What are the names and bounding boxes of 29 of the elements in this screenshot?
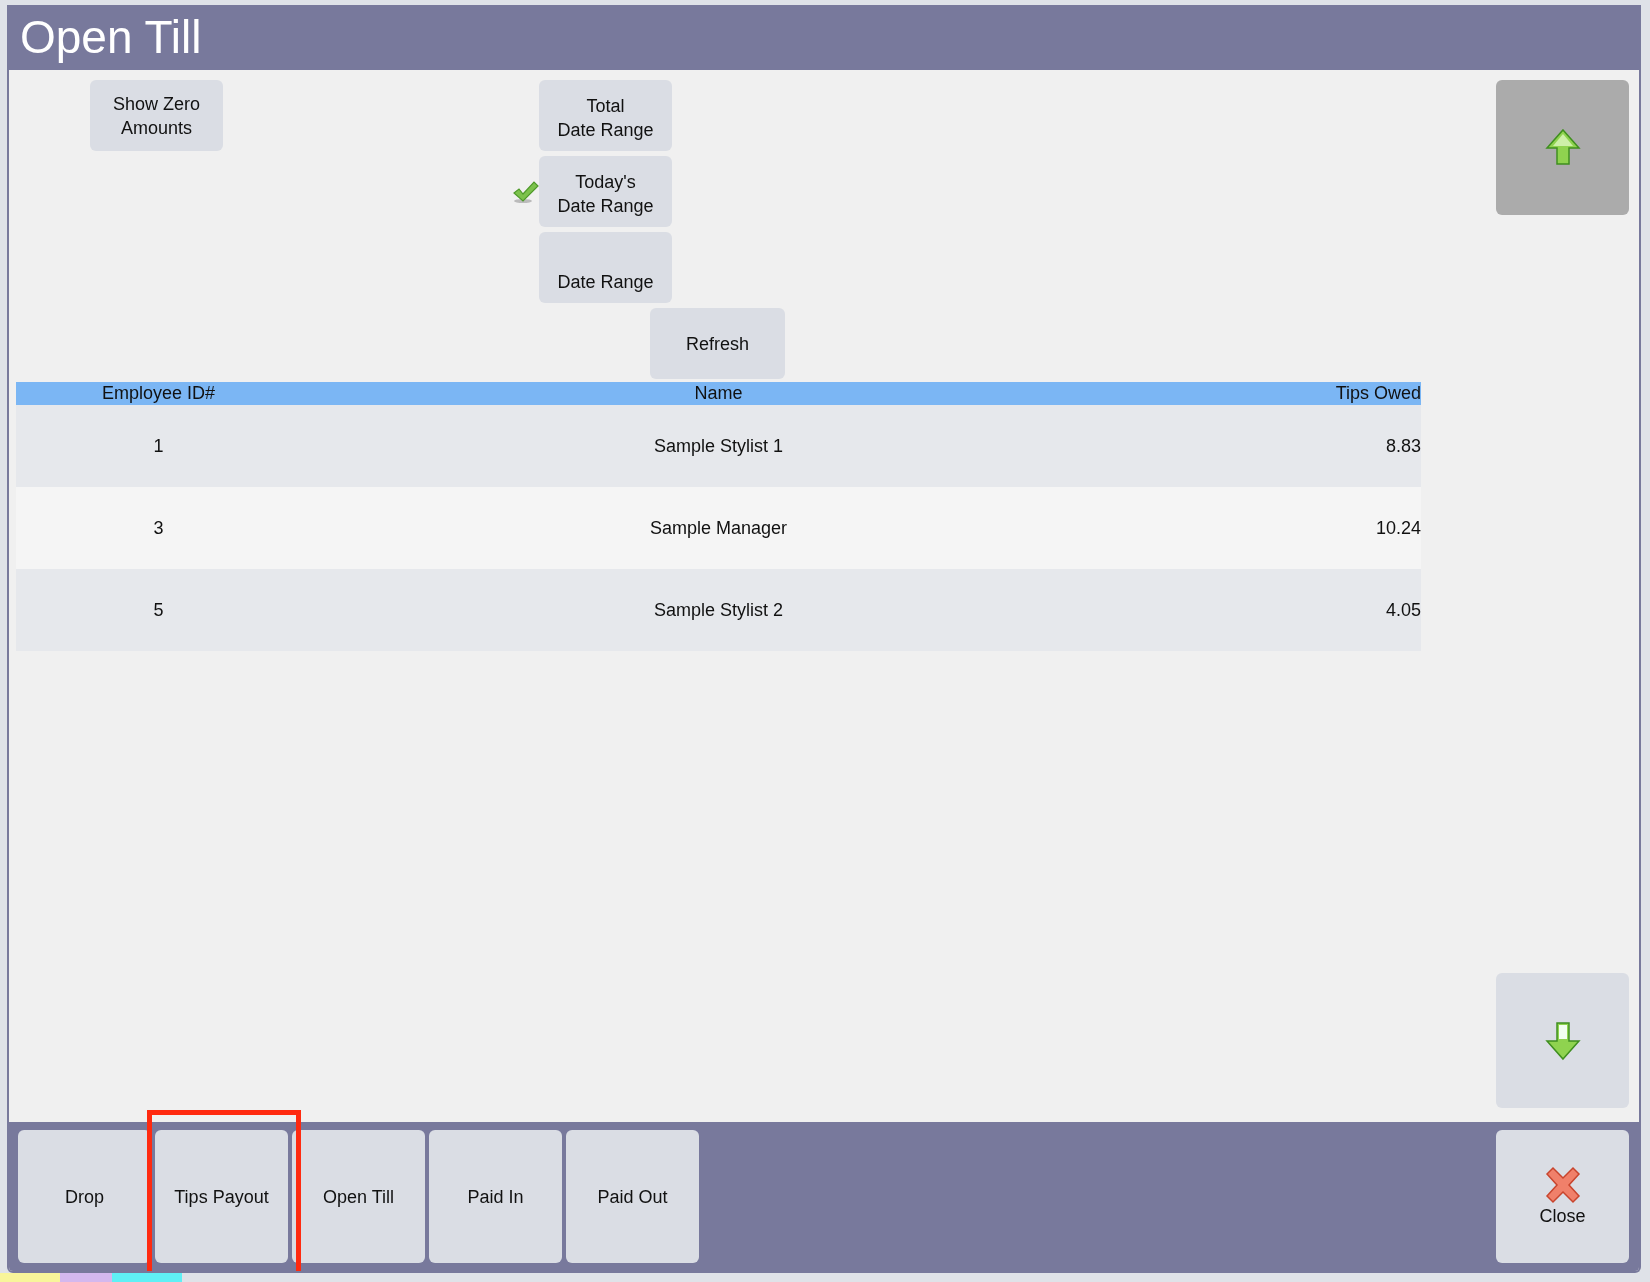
table-cell-text: 3 <box>152 516 165 540</box>
show-zero-button[interactable]: Show Zero Amounts <box>90 80 223 151</box>
refresh-button[interactable]: Refresh <box>650 308 785 379</box>
close-button[interactable]: Close <box>1496 1130 1629 1263</box>
table-cell-text: Sample Manager <box>648 516 789 540</box>
action-button[interactable]: Tips Payout <box>155 1130 288 1263</box>
column-header: Tips Owed <box>1334 382 1421 405</box>
action-button[interactable]: Paid In <box>429 1130 562 1263</box>
column-header: Name <box>693 382 744 405</box>
date-range-button[interactable]: Total Date Range <box>539 80 672 151</box>
table-cell-text: 1 <box>152 434 165 458</box>
table-cell-text: 4.05 <box>1384 598 1421 622</box>
column-header: Employee ID# <box>100 382 217 405</box>
table-cell-text: Sample Stylist 2 <box>652 598 785 622</box>
up-arrow-icon <box>1544 127 1581 168</box>
table-row[interactable]: 5 Sample Stylist 2 4.05 <box>16 569 1421 651</box>
table-row[interactable]: 3 Sample Manager 10.24 <box>16 487 1421 569</box>
date-range-button[interactable]: Today's Date Range <box>539 156 672 227</box>
window-title: Open Till <box>9 5 1639 70</box>
down-arrow-icon <box>1544 1020 1581 1061</box>
action-button[interactable]: Open Till <box>292 1130 425 1263</box>
table-cell-text: Sample Stylist 1 <box>652 434 785 458</box>
table-row[interactable]: 1 Sample Stylist 1 8.83 <box>16 405 1421 487</box>
table-cell-text: 10.24 <box>1374 516 1421 540</box>
action-button[interactable]: Paid Out <box>566 1130 699 1263</box>
table-cell-text: 8.83 <box>1384 434 1421 458</box>
date-range-button[interactable]: Date Range <box>539 232 672 303</box>
scroll-down-button[interactable] <box>1496 973 1629 1108</box>
table-cell-text: 5 <box>152 598 165 622</box>
